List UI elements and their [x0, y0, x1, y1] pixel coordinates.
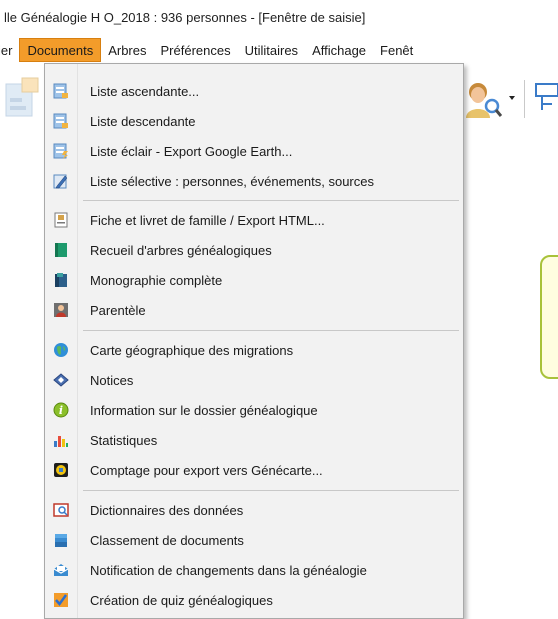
menu-utilitaires-label: Utilitaires	[244, 42, 299, 58]
menu-item-classement-documents[interactable]: Classement de documents	[45, 525, 463, 555]
menu-separator	[83, 200, 459, 201]
pencil-list-icon	[53, 173, 69, 189]
list-up-icon	[53, 83, 69, 99]
menu-separator	[83, 490, 459, 491]
menu-preferences[interactable]: Préférences	[154, 38, 238, 62]
menu-item-information-dossier[interactable]: i Information sur le dossier généalogiqu…	[45, 395, 463, 425]
menu-bar: ier Documents Arbres Préférences Utilita…	[0, 38, 558, 62]
menu-item-label: Parentèle	[90, 302, 146, 318]
menu-item-label: Liste sélective : personnes, événements,…	[90, 173, 374, 189]
svg-text:i: i	[59, 404, 63, 417]
documents-menu: Liste ascendante... Liste descendante Li…	[44, 63, 464, 619]
menu-item-label: Liste ascendante...	[90, 83, 200, 99]
checkmark-icon	[53, 592, 69, 608]
info-icon: i	[53, 402, 69, 418]
menu-item-creation-quiz[interactable]: Création de quiz généalogiques	[45, 585, 463, 615]
menu-item-label: Notices	[90, 372, 134, 388]
dropdown-arrow-icon[interactable]	[508, 94, 516, 102]
blue-book-icon	[53, 272, 69, 288]
menu-item-monographie[interactable]: Monographie complète	[45, 265, 463, 295]
window-title-bar: lle Généalogie H O_2018 : 936 personnes …	[0, 0, 558, 34]
list-lightning-icon	[53, 143, 69, 159]
menu-item-liste-ascendante[interactable]: Liste ascendante...	[45, 76, 463, 106]
document-tree-icon[interactable]	[2, 76, 42, 122]
menu-item-parentele[interactable]: Parentèle	[45, 295, 463, 325]
menu-item-liste-selective[interactable]: Liste sélective : personnes, événements,…	[45, 166, 463, 196]
dictionary-icon	[53, 502, 69, 518]
mail-icon	[53, 562, 69, 578]
notice-icon	[53, 372, 69, 388]
network-icon[interactable]	[530, 80, 558, 116]
menu-item-label: Création de quiz généalogiques	[90, 592, 273, 608]
menu-documents[interactable]: Documents	[19, 38, 102, 62]
toolbar-separator	[524, 80, 525, 118]
menu-item-dictionnaires[interactable]: Dictionnaires des données	[45, 495, 463, 525]
menu-preferences-label: Préférences	[160, 42, 231, 58]
window-title: lle Généalogie H O_2018 : 936 personnes …	[4, 9, 366, 25]
menu-fenetre-label: Fenêt	[380, 42, 414, 58]
menu-item-label: Fiche et livret de famille / Export HTML…	[90, 212, 325, 228]
menu-item-label: Liste éclair - Export Google Earth...	[90, 143, 293, 159]
menu-arbres-label: Arbres	[108, 42, 147, 58]
menu-item-carte-migrations[interactable]: Carte géographique des migrations	[45, 335, 463, 365]
menu-item-statistiques[interactable]: Statistiques	[45, 425, 463, 455]
menu-item-notification-changements[interactable]: Notification de changements dans la géné…	[45, 555, 463, 585]
menu-item-fiche-livret[interactable]: Fiche et livret de famille / Export HTML…	[45, 205, 463, 235]
menu-item-label: Statistiques	[90, 432, 158, 448]
menu-separator	[83, 330, 459, 331]
menu-item-label: Classement de documents	[90, 532, 244, 548]
menu-documents-label: Documents	[27, 42, 94, 58]
menu-utilitaires[interactable]: Utilitaires	[238, 38, 305, 62]
menu-item-recueil-arbres[interactable]: Recueil d'arbres généalogiques	[45, 235, 463, 265]
portrait-icon	[53, 302, 69, 318]
list-down-icon	[53, 113, 69, 129]
menu-item-comptage-genecarte[interactable]: Comptage pour export vers Génécarte...	[45, 455, 463, 485]
menu-item-label: Information sur le dossier généalogique	[90, 402, 318, 418]
menu-fichier[interactable]: ier	[0, 38, 19, 62]
menu-affichage-label: Affichage	[312, 42, 367, 58]
green-book-icon	[53, 242, 69, 258]
menu-item-liste-descendante[interactable]: Liste descendante	[45, 106, 463, 136]
menu-item-notices[interactable]: Notices	[45, 365, 463, 395]
globe-icon	[53, 342, 69, 358]
note-panel	[540, 255, 558, 379]
menu-item-label: Recueil d'arbres généalogiques	[90, 242, 272, 258]
menu-affichage[interactable]: Affichage	[305, 38, 373, 62]
map-count-icon	[53, 462, 69, 478]
menu-item-label: Liste descendante	[90, 113, 196, 129]
menu-item-label: Carte géographique des migrations	[90, 342, 294, 358]
menu-item-liste-eclair[interactable]: Liste éclair - Export Google Earth...	[45, 136, 463, 166]
folder-stack-icon	[53, 532, 69, 548]
person-search-icon[interactable]	[464, 82, 502, 118]
menu-item-label: Dictionnaires des données	[90, 502, 244, 518]
menu-item-label: Monographie complète	[90, 272, 223, 288]
menu-arbres[interactable]: Arbres	[101, 38, 153, 62]
menu-fichier-label: ier	[0, 42, 13, 58]
family-sheet-icon	[53, 212, 69, 228]
statistics-icon	[53, 432, 69, 448]
menu-fenetre[interactable]: Fenêt	[373, 38, 420, 62]
menu-item-label: Notification de changements dans la géné…	[90, 562, 367, 578]
menu-item-label: Comptage pour export vers Génécarte...	[90, 462, 323, 478]
